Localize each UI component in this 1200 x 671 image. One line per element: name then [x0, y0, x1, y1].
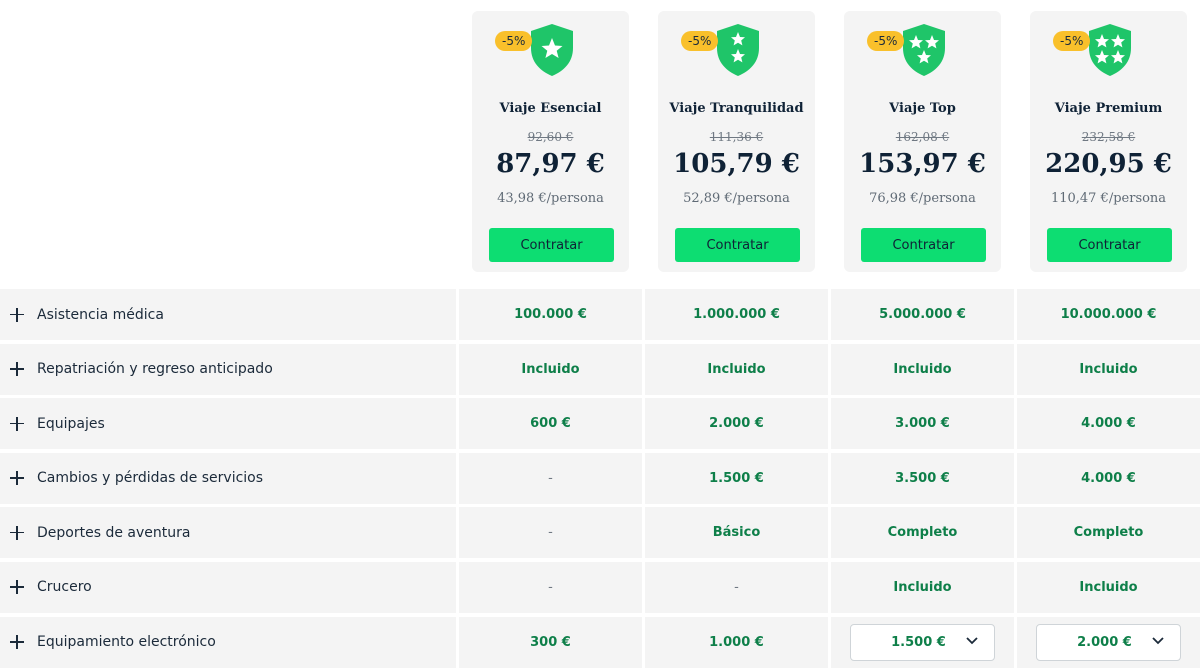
coverage-value: Completo — [831, 507, 1014, 559]
coverage-value: 300 € — [459, 616, 642, 668]
coverage-label-cell[interactable]: Crucero — [0, 561, 456, 613]
coverage-label: Equipamiento electrónico — [37, 634, 216, 651]
plus-icon[interactable] — [10, 362, 24, 377]
plan-price: 87,97 € — [496, 149, 605, 179]
coverage-value: Incluido — [645, 343, 828, 395]
plan-price: 220,95 € — [1045, 149, 1172, 179]
coverage-row-cambios: Cambios y pérdidas de servicios - 1.500 … — [0, 452, 1200, 504]
plan-price: 105,79 € — [673, 149, 800, 179]
coverage-value: 100.000 € — [459, 289, 642, 340]
plan-cards: -5% Viaje Esencial 92,60 € 87,97 € 43,98… — [472, 11, 1187, 272]
plan-name: Viaje Tranquilidad — [669, 101, 804, 116]
coverage-value: 3.500 € — [831, 452, 1014, 504]
coverage-value: 1.500 € — [645, 452, 828, 504]
coverage-value: Incluido — [1017, 343, 1200, 395]
coverage-value: Incluido — [459, 343, 642, 395]
coverage-value: 1.000.000 € — [645, 289, 828, 340]
price-per-person: 110,47 €/persona — [1050, 191, 1167, 206]
coverage-row-equipajes: Equipajes 600 € 2.000 € 3.000 € 4.000 € — [0, 398, 1200, 450]
contratar-button[interactable]: Contratar — [861, 228, 986, 262]
coverage-value: 5.000.000 € — [831, 289, 1014, 340]
coverage-label: Equipajes — [37, 415, 105, 432]
plan-name: Viaje Esencial — [499, 101, 602, 116]
price-per-person: 43,98 €/persona — [497, 191, 604, 206]
coverage-value: - — [459, 452, 642, 504]
price-per-person: 52,89 €/persona — [683, 191, 790, 206]
coverage-value-select-cell: 1.500 € — [831, 616, 1014, 668]
plus-icon[interactable] — [10, 635, 24, 650]
shield-star-icon — [531, 24, 573, 76]
old-price: 232,58 € — [1081, 130, 1136, 144]
coverage-row-repatriacion: Repatriación y regreso anticipado Inclui… — [0, 343, 1200, 395]
coverage-value: 10.000.000 € — [1017, 289, 1200, 340]
coverage-value: Básico — [645, 507, 828, 559]
coverage-amount-select[interactable]: 2.000 € — [1036, 623, 1181, 661]
coverage-row-deportes: Deportes de aventura - Básico Completo C… — [0, 507, 1200, 559]
select-value: 1.500 € — [891, 634, 946, 650]
coverage-label-cell[interactable]: Asistencia médica — [0, 289, 456, 340]
plan-card-top: -5% Viaje Top 162,08 € 153,97 € 76,98 €/… — [844, 11, 1001, 272]
coverage-row-crucero: Crucero - - Incluido Incluido — [0, 561, 1200, 613]
plus-icon[interactable] — [10, 525, 24, 540]
plan-card-premium: -5% Viaje Premium 232,58 € 220,95 € 110,… — [1030, 11, 1187, 272]
coverage-row-equipamiento-electronico: Equipamiento electrónico 300 € 1.000 € 1… — [0, 616, 1200, 668]
coverage-row-asistencia-medica: Asistencia médica 100.000 € 1.000.000 € … — [0, 289, 1200, 340]
plus-icon[interactable] — [10, 580, 24, 595]
plan-card-esencial: -5% Viaje Esencial 92,60 € 87,97 € 43,98… — [472, 11, 629, 272]
shield-two-stars-icon — [717, 24, 759, 76]
coverage-amount-select[interactable]: 1.500 € — [850, 623, 995, 661]
plus-icon[interactable] — [10, 416, 24, 431]
discount-badge: -5% — [1053, 31, 1091, 51]
chevron-down-icon — [966, 636, 978, 644]
coverage-table: Asistencia médica 100.000 € 1.000.000 € … — [0, 289, 1200, 671]
coverage-label: Deportes de aventura — [37, 524, 191, 541]
coverage-value: 600 € — [459, 398, 642, 450]
price-per-person: 76,98 €/persona — [869, 191, 976, 206]
contratar-button[interactable]: Contratar — [675, 228, 800, 262]
coverage-value: Incluido — [831, 561, 1014, 613]
coverage-label-cell[interactable]: Cambios y pérdidas de servicios — [0, 452, 456, 504]
old-price: 162,08 € — [895, 130, 950, 144]
plan-card-tranquilidad: -5% Viaje Tranquilidad 111,36 € 105,79 €… — [658, 11, 815, 272]
coverage-value-select-cell: 2.000 € — [1017, 616, 1200, 668]
coverage-value: - — [459, 507, 642, 559]
coverage-label: Asistencia médica — [37, 306, 164, 323]
old-price: 92,60 € — [527, 130, 574, 144]
discount-badge: -5% — [681, 31, 719, 51]
plan-name: Viaje Top — [889, 101, 956, 116]
coverage-value: - — [645, 561, 828, 613]
coverage-value: Incluido — [831, 343, 1014, 395]
coverage-label-cell[interactable]: Deportes de aventura — [0, 507, 456, 559]
plan-name: Viaje Premium — [1054, 101, 1163, 116]
plus-icon[interactable] — [10, 307, 24, 322]
shield-four-stars-icon — [1089, 24, 1131, 76]
shield-three-stars-icon — [903, 24, 945, 76]
coverage-label-cell[interactable]: Repatriación y regreso anticipado — [0, 343, 456, 395]
plus-icon[interactable] — [10, 471, 24, 486]
coverage-label: Cambios y pérdidas de servicios — [37, 470, 264, 487]
coverage-value: - — [459, 561, 642, 613]
coverage-value: Incluido — [1017, 561, 1200, 613]
contratar-button[interactable]: Contratar — [1047, 228, 1172, 262]
coverage-value: 3.000 € — [831, 398, 1014, 450]
coverage-value: 2.000 € — [645, 398, 828, 450]
plan-price: 153,97 € — [859, 149, 986, 179]
coverage-value: 1.000 € — [645, 616, 828, 668]
coverage-value: 4.000 € — [1017, 452, 1200, 504]
coverage-label: Repatriación y regreso anticipado — [37, 361, 273, 378]
select-value: 2.000 € — [1077, 634, 1132, 650]
chevron-down-icon — [1152, 636, 1164, 644]
discount-badge: -5% — [495, 31, 533, 51]
contratar-button[interactable]: Contratar — [489, 228, 614, 262]
discount-badge: -5% — [867, 31, 905, 51]
coverage-label-cell[interactable]: Equipamiento electrónico — [0, 616, 456, 668]
coverage-value: 4.000 € — [1017, 398, 1200, 450]
coverage-label-cell[interactable]: Equipajes — [0, 398, 456, 450]
old-price: 111,36 € — [709, 130, 764, 144]
coverage-value: Completo — [1017, 507, 1200, 559]
coverage-label: Crucero — [37, 579, 92, 596]
